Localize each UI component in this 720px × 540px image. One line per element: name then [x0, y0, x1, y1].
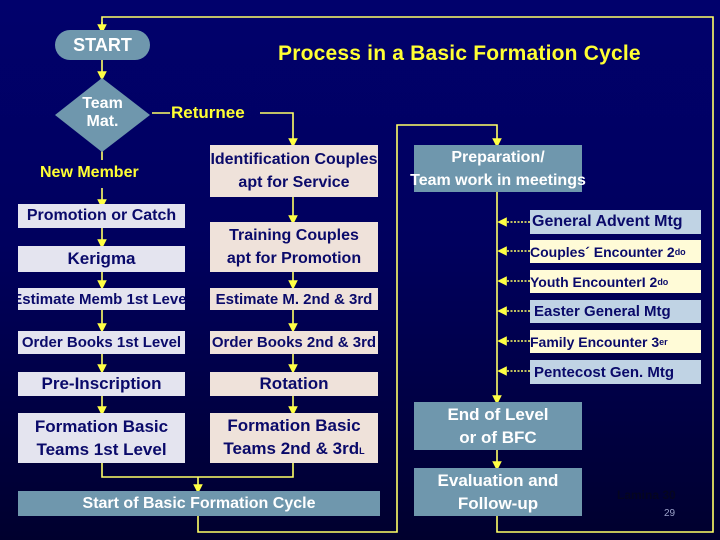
box-identification: Identification Couples apt for Service	[210, 145, 378, 197]
box-formation-1-line1: Formation Basic	[34, 417, 169, 436]
box-estimate-1: Estimate Memb 1st Level	[18, 288, 185, 310]
box-estimate-23-text: Estimate M. 2nd & 3rd	[215, 290, 373, 308]
box-identification-line1: Identification Couples	[210, 151, 378, 168]
box-couples-encounter-text: Couples´ Encounter 2	[530, 243, 675, 260]
box-end-level-line1: End of Level	[447, 405, 549, 424]
box-kerigma: Kerigma	[18, 246, 185, 272]
box-estimate-23: Estimate M. 2nd & 3rd	[210, 288, 378, 310]
box-kerigma-text: Kerigma	[67, 249, 136, 268]
box-formation-23-line2-wrap: Teams 2nd & 3rdL	[223, 437, 364, 463]
box-formation-23: Formation Basic Teams 2nd & 3rdL	[210, 413, 378, 463]
box-training-line1: Training Couples	[229, 227, 359, 244]
box-formation-23-line1: Formation Basic	[227, 415, 361, 435]
start-label: START	[73, 34, 132, 55]
box-identification-line2: apt for Service	[238, 174, 350, 191]
decision-line2: Mat.	[86, 113, 119, 130]
box-youth-encounter-text: Youth EncounterI 2	[530, 273, 658, 290]
box-order-books-1-text: Order Books 1st Level	[21, 334, 182, 351]
footer-note: Lamina 30	[617, 488, 676, 502]
box-pre-inscription: Pre-Inscription	[18, 372, 185, 396]
box-pentecost-text: Pentecost Gen. Mtg	[534, 363, 675, 381]
box-preparation: Preparation/ Team work in meetings	[410, 145, 586, 192]
box-order-books-1: Order Books 1st Level	[18, 331, 185, 354]
box-family-encounter-sup: er	[659, 336, 668, 347]
page-title: Process in a Basic Formation Cycle	[278, 42, 641, 65]
box-start-cycle: Start of Basic Formation Cycle	[18, 491, 380, 516]
box-start-cycle-text: Start of Basic Formation Cycle	[82, 494, 316, 512]
start-node: START	[55, 30, 150, 60]
box-evaluation-line1: Evaluation and	[437, 471, 559, 490]
box-preparation-line2: Team work in meetings	[410, 171, 586, 189]
box-estimate-1-text: Estimate Memb 1st Level	[18, 290, 185, 308]
box-preparation-line1: Preparation/	[451, 148, 545, 166]
box-evaluation: Evaluation and Follow-up	[414, 468, 582, 516]
box-evaluation-line2: Follow-up	[457, 494, 539, 513]
box-formation-23-suffix: L	[359, 445, 365, 456]
new-member-label: New Member	[40, 164, 139, 181]
box-end-level-line2: or of BFC	[459, 428, 537, 447]
box-youth-encounter-sup: do	[657, 276, 669, 287]
box-training: Training Couples apt for Promotion	[210, 222, 378, 272]
box-promotion: Promotion or Catch	[18, 204, 185, 228]
box-easter-text: Easter General Mtg	[534, 303, 671, 320]
box-formation-1-line2: Teams 1st Level	[36, 440, 167, 459]
box-family-encounter: Family Encounter 3 er	[530, 330, 701, 353]
returnee-label: Returnee	[171, 103, 245, 122]
box-easter: Easter General Mtg	[530, 300, 701, 323]
box-couples-encounter: Couples´ Encounter 2 do	[530, 240, 701, 263]
box-formation-1: Formation Basic Teams 1st Level	[18, 413, 185, 463]
box-couples-encounter-sup: do	[674, 246, 686, 257]
box-formation-23-line2: Teams 2nd & 3rd	[223, 438, 360, 458]
box-advent-text: General Advent Mtg	[532, 213, 683, 230]
box-rotation: Rotation	[210, 372, 378, 396]
decision-line1: Team	[82, 95, 123, 112]
box-order-books-23: Order Books 2nd & 3rd	[210, 331, 378, 354]
box-training-line2: apt for Promotion	[226, 250, 362, 267]
box-order-books-23-text: Order Books 2nd & 3rd	[211, 334, 377, 351]
decision-text: Team Mat.	[55, 95, 150, 131]
box-promotion-text: Promotion or Catch	[26, 207, 177, 224]
box-youth-encounter: Youth EncounterI 2 do	[530, 270, 701, 293]
box-advent: General Advent Mtg	[530, 210, 701, 234]
box-family-encounter-text: Family Encounter 3	[530, 333, 660, 350]
box-rotation-text: Rotation	[259, 374, 329, 393]
page-number: 29	[664, 508, 676, 519]
box-pre-inscription-text: Pre-Inscription	[41, 374, 162, 393]
box-pentecost: Pentecost Gen. Mtg	[530, 360, 701, 384]
box-end-level: End of Level or of BFC	[414, 402, 582, 450]
